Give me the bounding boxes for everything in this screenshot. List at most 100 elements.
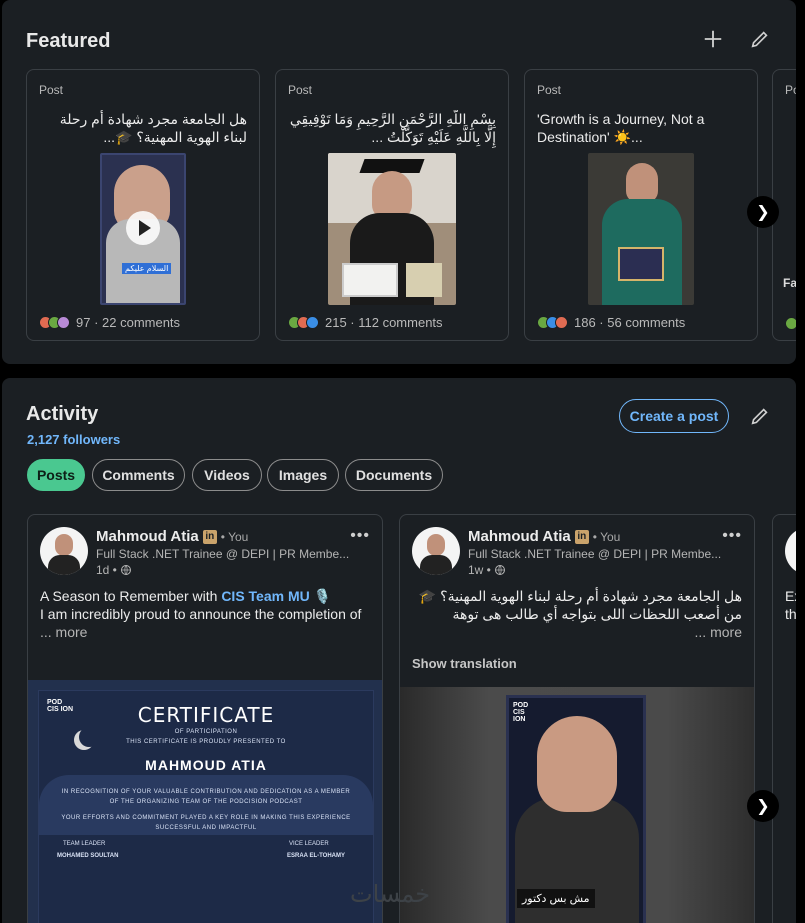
linkedin-premium-icon: in (574, 529, 589, 544)
reactions-icon (39, 316, 72, 329)
globe-icon (120, 565, 131, 575)
more-options-icon[interactable]: ••• (722, 527, 742, 545)
post-text-line: th (785, 606, 796, 622)
mention-link[interactable]: CIS Team MU (221, 588, 309, 604)
featured-card-kind: Po (785, 83, 796, 97)
featured-video-thumbnail[interactable]: السلام عليكم (100, 153, 186, 305)
author-name-text: Mahmoud Atia (468, 528, 571, 545)
you-label: • You (220, 529, 249, 544)
followers-link[interactable]: 2,127 followers (27, 432, 120, 447)
featured-card-stats[interactable] (785, 317, 796, 330)
video-caption: السلام عليكم (122, 263, 172, 274)
certificate-body: YOUR EFFORTS AND COMMITMENT PLAYED A KEY… (61, 815, 351, 821)
tab-comments[interactable]: Comments (92, 459, 185, 491)
signature-name: ESRAA EL-TOHAMY (287, 853, 346, 859)
featured-card[interactable]: Post بِسْمِ اللَّهِ الرَّحْمَنِ الرَّحِي… (275, 69, 509, 341)
certificate-body: OF THE ORGANIZING TEAM OF THE PODCISION … (109, 799, 303, 805)
show-translation-link[interactable]: Show translation (412, 656, 517, 671)
featured-card-tag: Fa (783, 276, 796, 290)
see-more-link[interactable]: ... more (40, 624, 87, 640)
post-text: A Season to Remember with (40, 588, 222, 604)
post-text-line: Ex (785, 588, 796, 604)
featured-card[interactable]: Post هل الجامعة مجرد شهادة أم رحلة لبناء… (26, 69, 260, 341)
certificate-body: SUCCESSFUL AND IMPACTFUL (155, 825, 257, 831)
post-meta: 1d • (96, 563, 132, 577)
certificate-subtitle: OF PARTICIPATION (174, 729, 238, 735)
featured-next-button[interactable]: ❯ (747, 196, 779, 228)
post-text: هل الجامعة مجرد شهادة أم رحلة لبناء الهو… (418, 588, 742, 604)
signature-role: TEAM LEADER (63, 841, 106, 847)
post-text: I am incredibly proud to announce the co… (40, 606, 362, 622)
author-headline: Full Stack .NET Trainee @ DEPI | PR Memb… (468, 547, 722, 561)
signature-name: MOHAMED SOULTAN (57, 853, 119, 859)
post-text: Ex th (785, 587, 796, 623)
avatar[interactable] (412, 527, 460, 575)
pencil-icon (751, 31, 768, 48)
post-time: 1d • (96, 563, 117, 577)
activity-next-button[interactable]: ❯ (747, 790, 779, 822)
create-post-button[interactable]: Create a post (619, 399, 729, 433)
reactions-icon (537, 316, 570, 329)
podcision-logo: POD CIS ION (513, 702, 529, 723)
reaction-count: 186 · 56 comments (574, 315, 686, 330)
featured-card-stats[interactable]: 215 · 112 comments (288, 315, 443, 330)
tab-posts[interactable]: Posts (27, 459, 85, 491)
author-headline: Full Stack .NET Trainee @ DEPI | PR Memb… (96, 547, 350, 561)
play-icon[interactable] (126, 211, 160, 245)
globe-icon (494, 565, 505, 575)
certificate-image[interactable]: POD CIS ION CERTIFICATE OF PARTICIPATION… (28, 680, 382, 923)
activity-post[interactable]: Mahmoud Atia in • You Full Stack .NET Tr… (27, 514, 383, 923)
certificate-recipient: MAHMOUD ATIA (145, 757, 267, 773)
featured-title: Featured (26, 30, 111, 52)
activity-title: Activity (26, 403, 99, 425)
featured-section: Featured Post هل الجامعة مجرد شهادة أم ر… (2, 0, 796, 364)
reaction-count: 215 · 112 comments (325, 315, 443, 330)
reactions-icon (288, 316, 321, 329)
chevron-right-icon: ❯ (756, 204, 770, 221)
avatar[interactable] (785, 527, 796, 575)
activity-section: Activity 2,127 followers Create a post P… (2, 378, 796, 923)
featured-card-text: 'Growth is a Journey, Not a Destination'… (537, 111, 705, 145)
watermark: خمسات (350, 880, 431, 908)
featured-card-text: هل الجامعة مجرد شهادة أم رحلة لبناء الهو… (59, 111, 247, 145)
author-name-text: Mahmoud Atia (96, 528, 199, 545)
featured-card-kind: Post (39, 83, 64, 97)
featured-card-text: بِسْمِ اللَّهِ الرَّحْمَنِ الرَّحِيمِ وَ… (289, 111, 496, 145)
microphone-icon: 🎙️ (309, 588, 332, 604)
pencil-icon (751, 408, 768, 425)
tab-images[interactable]: Images (267, 459, 339, 491)
activity-post[interactable]: Mahmoud Atia in • You Full Stack .NET Tr… (399, 514, 755, 923)
avatar[interactable] (40, 527, 88, 575)
post-video[interactable]: POD CIS ION مش بس دكتور (400, 687, 754, 923)
certificate-title: CERTIFICATE (137, 703, 275, 727)
post-meta: 1w • (468, 563, 506, 577)
activity-post[interactable]: Ex th (772, 514, 796, 923)
tab-videos[interactable]: Videos (192, 459, 262, 491)
post-body: هل الجامعة مجرد شهادة أم رحلة لبناء الهو… (412, 587, 742, 641)
video-caption: مش بس دكتور (517, 889, 595, 908)
video-frame[interactable]: POD CIS ION مش بس دكتور (506, 695, 646, 923)
post-time: 1w • (468, 563, 491, 577)
featured-card-stats[interactable]: 186 · 56 comments (537, 315, 685, 330)
reactions-icon (785, 317, 796, 330)
tab-documents[interactable]: Documents (345, 459, 443, 491)
featured-image-thumbnail[interactable] (588, 153, 694, 305)
signature-role: VICE LEADER (289, 841, 329, 847)
add-featured-button[interactable] (699, 25, 727, 53)
featured-card[interactable]: Post 'Growth is a Journey, Not a Destina… (524, 69, 758, 341)
chevron-right-icon: ❯ (756, 798, 770, 815)
post-body: A Season to Remember with CIS Team MU 🎙️… (40, 587, 370, 641)
edit-featured-button[interactable] (746, 25, 774, 53)
featured-card-kind: Post (537, 83, 562, 97)
post-text: من أصعب اللحظات اللى بتواجه أي طالب هى ت… (452, 606, 742, 622)
author-name[interactable]: Mahmoud Atia in • You (96, 528, 248, 545)
more-options-icon[interactable]: ••• (350, 527, 370, 545)
author-name[interactable]: Mahmoud Atia in • You (468, 528, 620, 545)
edit-activity-button[interactable] (746, 402, 774, 430)
certificate-body: IN RECOGNITION OF YOUR VALUABLE CONTRIBU… (61, 789, 351, 795)
linkedin-premium-icon: in (202, 529, 217, 544)
see-more-link[interactable]: more ... (695, 624, 742, 640)
featured-image-thumbnail[interactable] (328, 153, 456, 305)
you-label: • You (592, 529, 621, 544)
featured-card-stats[interactable]: 97 · 22 comments (39, 315, 180, 330)
